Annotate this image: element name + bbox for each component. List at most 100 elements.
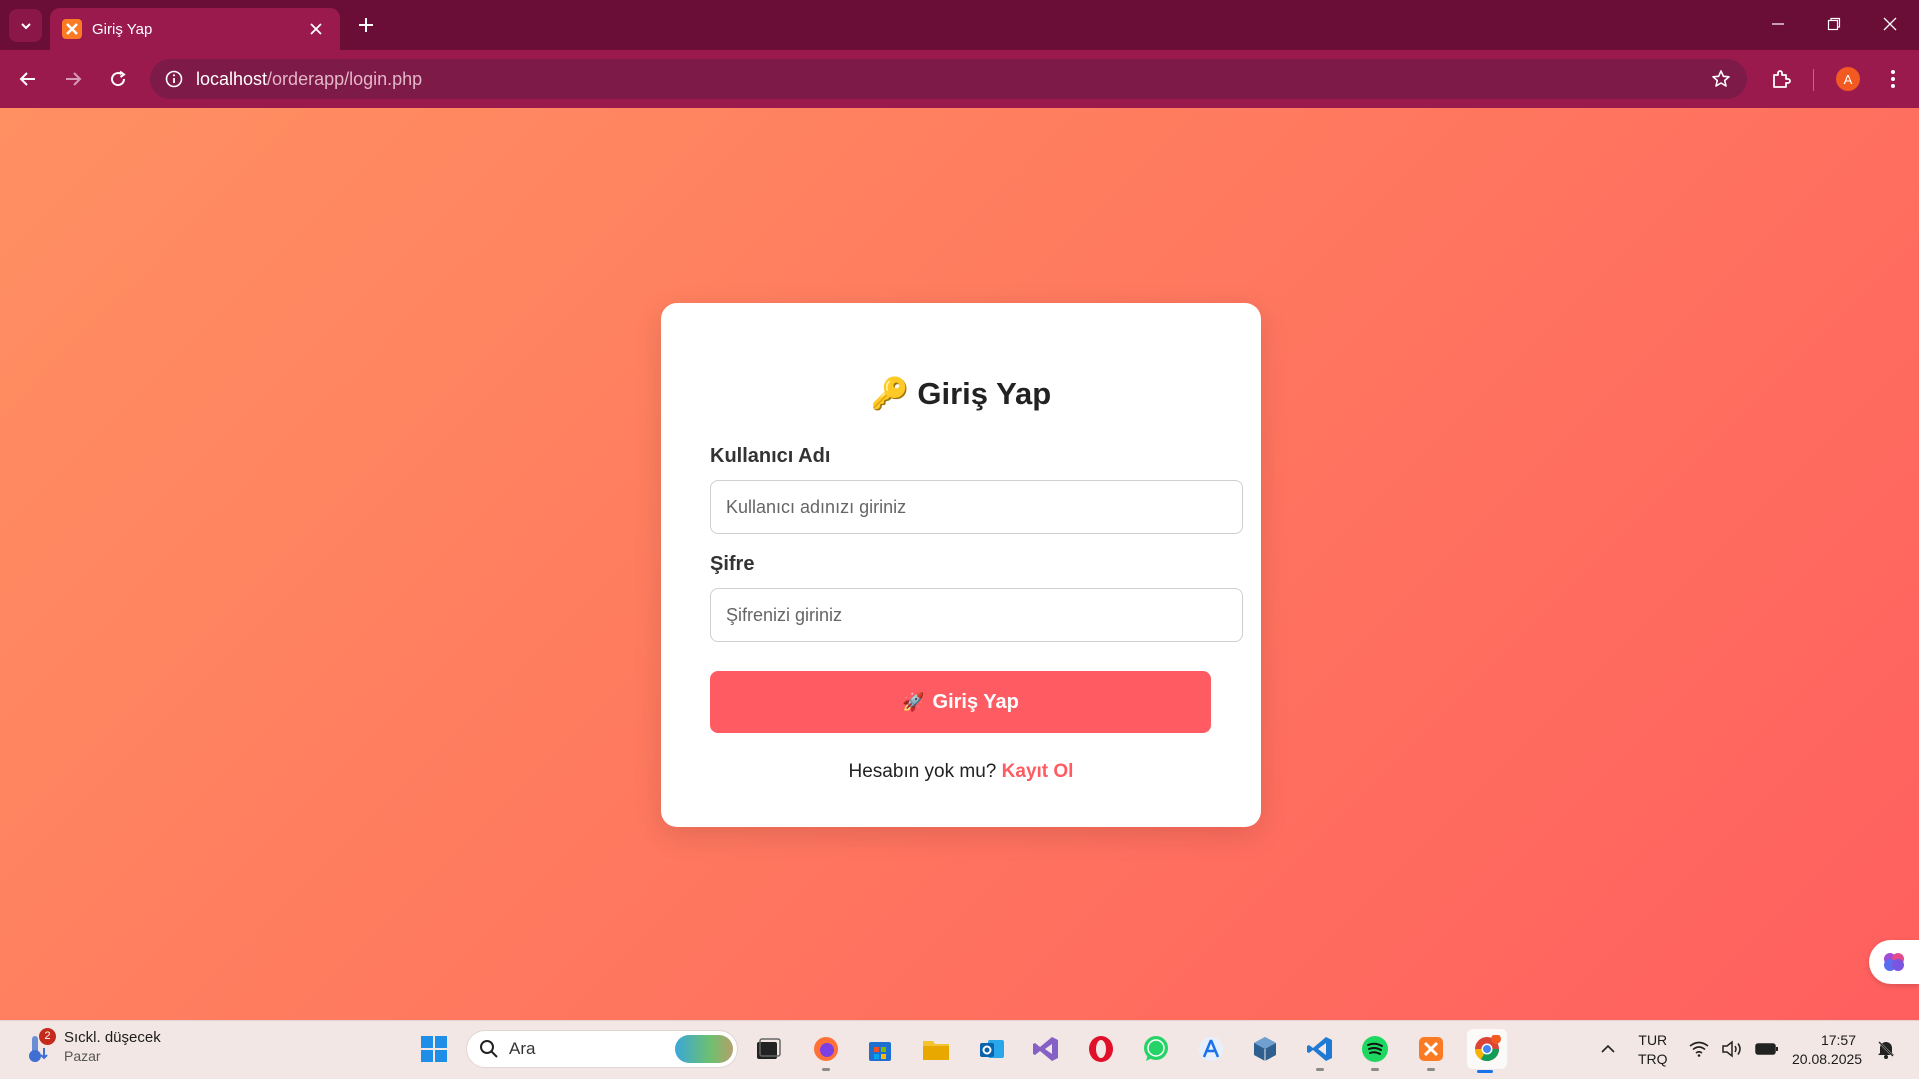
- language-line1: TUR: [1638, 1032, 1668, 1048]
- username-label: Kullanıcı Adı: [710, 445, 831, 467]
- page-background: 🔑Giriş Yap Kullanıcı Adı Şifre 🚀Giriş Ya…: [0, 108, 1919, 1020]
- tab-active[interactable]: Giriş Yap: [50, 8, 340, 50]
- rocket-icon: 🚀: [902, 691, 925, 712]
- opera-icon: [1089, 1036, 1113, 1062]
- chrome-icon: [1475, 1035, 1501, 1062]
- visual-studio-icon: [1033, 1037, 1058, 1061]
- plus-icon: [359, 18, 373, 32]
- volume-icon: [1722, 1040, 1741, 1058]
- minimize-button[interactable]: [1758, 6, 1798, 42]
- extensions-button[interactable]: [1765, 63, 1797, 95]
- clock[interactable]: 17:57 20.08.2025: [1792, 1031, 1862, 1069]
- star-icon: [1712, 70, 1730, 87]
- file-explorer-button[interactable]: [918, 1031, 954, 1067]
- password-input[interactable]: [710, 588, 1243, 642]
- taskbar-search[interactable]: Ara: [466, 1030, 738, 1068]
- login-button-label: Giriş Yap: [932, 690, 1019, 713]
- arrow-right-icon: [66, 72, 82, 86]
- weather-line1: Sıckl. düşecek: [64, 1029, 161, 1046]
- search-placeholder: Ara: [509, 1039, 536, 1058]
- app-icon: [1199, 1037, 1223, 1061]
- restore-icon: [1827, 17, 1841, 31]
- brain-icon: [1884, 953, 1904, 971]
- profile-button[interactable]: A: [1832, 63, 1864, 95]
- site-info-button[interactable]: [154, 59, 194, 99]
- arrow-left-icon: [19, 72, 35, 86]
- minimize-icon: [1772, 23, 1784, 25]
- register-link[interactable]: Kayıt Ol: [1002, 761, 1074, 782]
- new-tab-button[interactable]: [352, 11, 380, 39]
- chevron-down-icon: [20, 22, 31, 29]
- puzzle-icon: [1773, 70, 1791, 88]
- firefox-icon: [814, 1037, 838, 1061]
- xampp-icon: [1419, 1037, 1443, 1061]
- app-button[interactable]: [1193, 1031, 1229, 1067]
- menu-button[interactable]: [1877, 63, 1909, 95]
- assistant-bubble-button[interactable]: [1869, 940, 1919, 984]
- system-tray-quick-settings[interactable]: [1689, 1031, 1779, 1067]
- whatsapp-icon: [1144, 1036, 1168, 1061]
- restore-button[interactable]: [1814, 6, 1854, 42]
- login-card: 🔑Giriş Yap Kullanıcı Adı Şifre 🚀Giriş Ya…: [661, 303, 1261, 827]
- language-indicator[interactable]: TUR TRQ: [1638, 1031, 1668, 1069]
- url-host: localhost: [196, 68, 268, 89]
- folder-icon: [923, 1041, 949, 1060]
- username-input[interactable]: [710, 480, 1243, 534]
- close-icon: [1883, 17, 1897, 31]
- tab-title: Giriş Yap: [92, 20, 153, 38]
- taskbar: 2 Sıckl. düşecek Pazar Ara TUR TRQ 17:57…: [0, 1020, 1919, 1079]
- tab-close-button[interactable]: [304, 17, 328, 41]
- windows-icon: [421, 1036, 447, 1062]
- key-icon: 🔑: [870, 376, 910, 411]
- task-view-button[interactable]: [750, 1031, 786, 1067]
- url-path: /orderapp/login.php: [267, 68, 423, 89]
- weather-widget[interactable]: 2 Sıckl. düşecek Pazar: [26, 1027, 161, 1064]
- visual-studio-button[interactable]: [1028, 1031, 1064, 1067]
- xampp-button[interactable]: [1413, 1031, 1449, 1071]
- store-button[interactable]: [862, 1031, 898, 1067]
- bookmark-button[interactable]: [1709, 67, 1733, 91]
- close-icon: [310, 23, 322, 35]
- weather-text: Sıckl. düşecek Pazar: [64, 1029, 161, 1064]
- spotify-button[interactable]: [1357, 1031, 1393, 1071]
- bell-icon: [1877, 1040, 1895, 1059]
- search-icon: [480, 1040, 498, 1058]
- outlook-button[interactable]: [974, 1031, 1010, 1067]
- search-highlight-image: [675, 1035, 733, 1063]
- task-view-icon: [757, 1038, 781, 1059]
- reload-button[interactable]: [102, 63, 134, 95]
- running-indicator: [1477, 1070, 1493, 1073]
- opera-button[interactable]: [1083, 1031, 1119, 1067]
- weather-badge: 2: [39, 1027, 56, 1045]
- tab-search-button[interactable]: [9, 9, 42, 42]
- show-hidden-icons-button[interactable]: [1598, 1031, 1618, 1067]
- info-icon: [165, 70, 183, 88]
- reload-icon: [111, 70, 126, 87]
- browser-toolbar: localhost/orderapp/login.php A: [0, 50, 1919, 108]
- virtualbox-button[interactable]: [1247, 1031, 1283, 1067]
- forward-button[interactable]: [57, 63, 89, 95]
- store-icon: [869, 1042, 891, 1061]
- start-button[interactable]: [416, 1031, 452, 1067]
- back-button[interactable]: [12, 63, 44, 95]
- clock-time: 17:57: [1820, 1032, 1856, 1048]
- virtualbox-icon: [1254, 1037, 1276, 1061]
- address-bar[interactable]: localhost/orderapp/login.php: [150, 59, 1747, 99]
- xampp-favicon-icon: [62, 19, 82, 39]
- title-text: Giriş Yap: [917, 376, 1052, 411]
- language-line2: TRQ: [1638, 1051, 1668, 1067]
- notifications-button[interactable]: [1874, 1031, 1898, 1067]
- close-window-button[interactable]: [1870, 6, 1910, 42]
- toolbar-separator: [1813, 69, 1814, 91]
- register-prompt: Hesabın yok mu? Kayıt Ol: [661, 761, 1261, 783]
- chrome-button[interactable]: [1467, 1029, 1507, 1073]
- firefox-button[interactable]: [808, 1031, 844, 1071]
- whatsapp-button[interactable]: [1138, 1031, 1174, 1067]
- url-text: localhost/orderapp/login.php: [196, 69, 422, 90]
- battery-icon: [1755, 1043, 1778, 1055]
- thermometer-icon: 2: [26, 1027, 56, 1064]
- register-prompt-text: Hesabın yok mu?: [848, 761, 997, 782]
- wifi-icon: [1689, 1041, 1709, 1057]
- vscode-button[interactable]: [1302, 1031, 1338, 1071]
- login-button[interactable]: 🚀 Giriş Yap: [710, 671, 1211, 733]
